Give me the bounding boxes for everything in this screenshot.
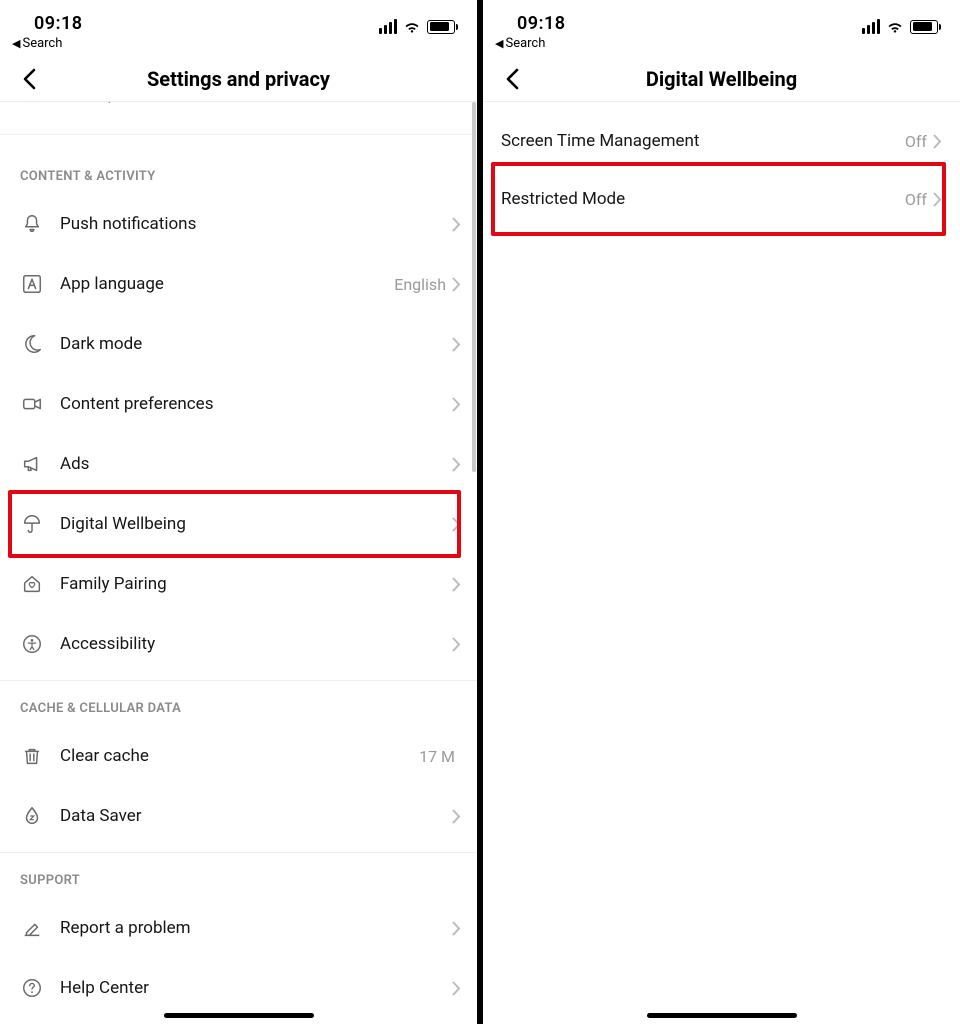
wifi-icon xyxy=(886,20,904,33)
section-support: SUPPORT xyxy=(0,853,477,898)
moon-icon xyxy=(20,332,44,356)
nav-header: Settings and privacy xyxy=(0,56,477,102)
row-screen-time[interactable]: Screen Time Management Off xyxy=(483,112,960,170)
row-label: Digital Wellbeing xyxy=(60,514,452,534)
umbrella-icon xyxy=(20,512,44,536)
row-label: Content preferences xyxy=(60,394,452,414)
row-value: Off xyxy=(905,132,927,151)
bell-icon xyxy=(20,212,44,236)
settings-screen: 09:18 ◀Search Settings and privacy Share… xyxy=(0,0,480,1024)
back-button[interactable] xyxy=(497,64,527,94)
row-label: Clear cache xyxy=(60,746,419,766)
chevron-right-icon xyxy=(452,921,461,936)
row-push-notifications[interactable]: Push notifications xyxy=(0,194,477,254)
chevron-left-icon xyxy=(22,68,36,90)
battery-icon xyxy=(427,20,455,34)
megaphone-icon xyxy=(20,452,44,476)
row-label: Share profile xyxy=(60,102,452,104)
nav-header: Digital Wellbeing xyxy=(483,56,960,102)
row-label: Accessibility xyxy=(60,634,452,654)
chevron-right-icon xyxy=(933,134,942,149)
trash-icon xyxy=(20,744,44,768)
row-label: Restricted Mode xyxy=(501,189,905,209)
row-label: Help Center xyxy=(60,978,452,998)
page-title: Settings and privacy xyxy=(147,67,330,91)
row-value: Off xyxy=(905,190,927,209)
settings-content: Share profile CONTENT & ACTIVITY Push no… xyxy=(0,102,477,1024)
row-content-preferences[interactable]: Content preferences xyxy=(0,374,477,434)
section-content-activity: CONTENT & ACTIVITY xyxy=(0,135,477,194)
chevron-right-icon xyxy=(452,217,461,232)
language-icon xyxy=(20,272,44,296)
chevron-right-icon xyxy=(452,277,461,292)
wifi-icon xyxy=(403,20,421,33)
droplet-icon xyxy=(20,804,44,828)
row-report-problem[interactable]: Report a problem xyxy=(0,898,477,958)
cellular-icon xyxy=(379,19,397,34)
row-label: Report a problem xyxy=(60,918,452,938)
status-icons xyxy=(862,19,938,34)
wellbeing-screen: 09:18 ◀Search Digital Wellbeing Screen T… xyxy=(480,0,960,1024)
chevron-right-icon xyxy=(452,981,461,996)
chevron-right-icon xyxy=(452,637,461,652)
back-button[interactable] xyxy=(14,64,44,94)
row-label: Dark mode xyxy=(60,334,452,354)
row-data-saver[interactable]: Data Saver xyxy=(0,786,477,846)
page-title: Digital Wellbeing xyxy=(646,67,797,91)
row-value: English xyxy=(394,275,446,294)
question-circle-icon xyxy=(20,976,44,1000)
section-cache-cellular: CACHE & CELLULAR DATA xyxy=(0,681,477,726)
row-accessibility[interactable]: Accessibility xyxy=(0,614,477,674)
status-bar: 09:18 xyxy=(0,0,477,34)
status-icons xyxy=(379,19,455,34)
chevron-right-icon xyxy=(452,397,461,412)
chevron-right-icon xyxy=(452,809,461,824)
status-bar: 09:18 xyxy=(483,0,960,34)
pen-icon xyxy=(20,916,44,940)
row-app-language[interactable]: App language English xyxy=(0,254,477,314)
row-label: Ads xyxy=(60,454,452,474)
share-icon xyxy=(20,102,44,108)
cellular-icon xyxy=(862,19,880,34)
row-clear-cache[interactable]: Clear cache 17 M xyxy=(0,726,477,786)
row-restricted-mode[interactable]: Restricted Mode Off xyxy=(483,170,960,228)
row-digital-wellbeing[interactable]: Digital Wellbeing xyxy=(0,494,477,554)
chevron-right-icon xyxy=(933,192,942,207)
wellbeing-content: Screen Time Management Off Restricted Mo… xyxy=(483,102,960,1024)
row-label: Data Saver xyxy=(60,806,452,826)
accessibility-icon xyxy=(20,632,44,656)
row-value: 17 M xyxy=(419,747,455,766)
row-ads[interactable]: Ads xyxy=(0,434,477,494)
home-indicator[interactable] xyxy=(164,1013,314,1018)
home-heart-icon xyxy=(20,572,44,596)
row-label: Screen Time Management xyxy=(501,131,905,151)
breadcrumb-back-search[interactable]: ◀Search xyxy=(495,36,545,51)
video-icon xyxy=(20,392,44,416)
breadcrumb-back-search[interactable]: ◀Search xyxy=(12,36,62,51)
row-family-pairing[interactable]: Family Pairing xyxy=(0,554,477,614)
chevron-right-icon xyxy=(452,577,461,592)
chevron-right-icon xyxy=(452,337,461,352)
breadcrumb-label: Search xyxy=(505,36,545,51)
row-label: Family Pairing xyxy=(60,574,452,594)
battery-icon xyxy=(910,20,938,34)
home-indicator[interactable] xyxy=(647,1013,797,1018)
chevron-right-icon xyxy=(452,517,461,532)
breadcrumb-label: Search xyxy=(22,36,62,51)
row-label: App language xyxy=(60,274,394,294)
row-share-profile[interactable]: Share profile xyxy=(0,102,477,128)
status-time: 09:18 xyxy=(34,13,83,34)
chevron-right-icon xyxy=(452,457,461,472)
row-label: Push notifications xyxy=(60,214,452,234)
row-dark-mode[interactable]: Dark mode xyxy=(0,314,477,374)
status-time: 09:18 xyxy=(517,13,566,34)
row-help-center[interactable]: Help Center xyxy=(0,958,477,1018)
chevron-left-icon xyxy=(505,68,519,90)
